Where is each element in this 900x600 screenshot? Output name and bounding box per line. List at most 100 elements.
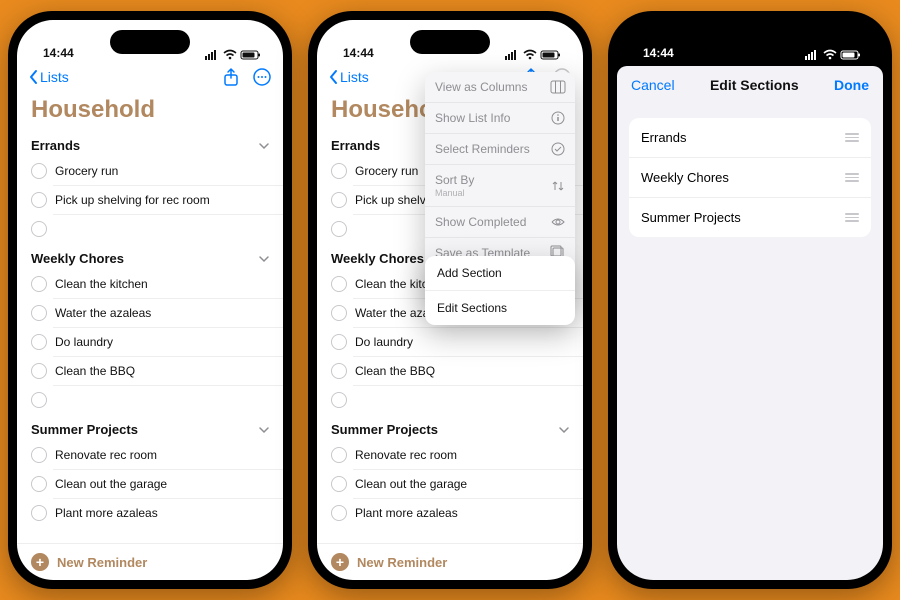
reminder-row[interactable]: Renovate rec room bbox=[17, 441, 283, 469]
reminder-text: Plant more azaleas bbox=[355, 506, 458, 520]
drag-handle-icon[interactable] bbox=[845, 213, 859, 222]
reminder-row[interactable]: Grocery run bbox=[17, 157, 283, 185]
radio-icon[interactable] bbox=[331, 505, 347, 521]
reminder-text: Clean the BBQ bbox=[55, 364, 135, 378]
reminder-row[interactable]: Clean out the garage bbox=[317, 470, 583, 498]
wifi-icon bbox=[823, 50, 837, 60]
columns-icon bbox=[551, 81, 565, 93]
radio-icon[interactable] bbox=[331, 163, 347, 179]
battery-icon bbox=[541, 50, 561, 60]
drag-handle-icon[interactable] bbox=[845, 133, 859, 142]
screen-2: 14:44 Lists Household Errand bbox=[317, 20, 583, 580]
radio-icon[interactable] bbox=[331, 305, 347, 321]
reminder-text: Clean the BBQ bbox=[355, 364, 435, 378]
submenu-edit-sections[interactable]: Edit Sections bbox=[425, 291, 575, 325]
phone-1: 14:44 Lists Household bbox=[8, 11, 292, 589]
menu-sort-by[interactable]: Sort ByManual bbox=[425, 165, 575, 207]
reminder-row[interactable]: Renovate rec room bbox=[317, 441, 583, 469]
radio-icon[interactable] bbox=[331, 334, 347, 350]
new-reminder-button[interactable]: + New Reminder bbox=[317, 543, 583, 580]
radio-icon[interactable] bbox=[31, 192, 47, 208]
radio-icon[interactable] bbox=[331, 392, 347, 408]
radio-icon[interactable] bbox=[31, 334, 47, 350]
reminder-text: Clean out the garage bbox=[355, 477, 467, 491]
done-button[interactable]: Done bbox=[834, 77, 869, 93]
radio-icon[interactable] bbox=[331, 363, 347, 379]
section-header[interactable]: Summer Projects bbox=[317, 414, 583, 441]
eye-icon bbox=[551, 217, 565, 227]
radio-icon[interactable] bbox=[31, 363, 47, 379]
radio-icon[interactable] bbox=[331, 447, 347, 463]
screen-1: 14:44 Lists Household bbox=[17, 20, 283, 580]
reminder-row[interactable]: Clean the kitchen bbox=[17, 270, 283, 298]
more-icon[interactable] bbox=[253, 68, 271, 86]
reminder-row[interactable]: Pick up shelving for rec room bbox=[17, 186, 283, 214]
dynamic-island bbox=[410, 30, 490, 54]
list-content[interactable]: Errands Grocery run Pick up shelving for… bbox=[17, 130, 283, 543]
reminder-row[interactable]: Clean out the garage bbox=[17, 470, 283, 498]
section-header[interactable]: Summer Projects bbox=[17, 414, 283, 441]
radio-icon[interactable] bbox=[31, 163, 47, 179]
back-button[interactable]: Lists bbox=[29, 69, 69, 85]
edit-section-row[interactable]: Errands bbox=[629, 118, 871, 158]
radio-icon[interactable] bbox=[331, 192, 347, 208]
menu-show-completed[interactable]: Show Completed bbox=[425, 207, 575, 238]
section-label: Weekly Chores bbox=[641, 170, 729, 185]
radio-icon[interactable] bbox=[331, 221, 347, 237]
edit-section-row[interactable]: Weekly Chores bbox=[629, 158, 871, 198]
submenu: Add Section Edit Sections bbox=[425, 256, 575, 325]
status-icons bbox=[805, 50, 861, 60]
drag-handle-icon[interactable] bbox=[845, 173, 859, 182]
section-header[interactable]: Errands bbox=[17, 130, 283, 157]
cancel-button[interactable]: Cancel bbox=[631, 77, 675, 93]
radio-icon[interactable] bbox=[31, 505, 47, 521]
reminder-row-empty[interactable] bbox=[317, 386, 583, 414]
wifi-icon bbox=[523, 50, 537, 60]
submenu-add-section[interactable]: Add Section bbox=[425, 256, 575, 291]
new-reminder-button[interactable]: + New Reminder bbox=[17, 543, 283, 580]
radio-icon[interactable] bbox=[31, 305, 47, 321]
section-header[interactable]: Weekly Chores bbox=[17, 243, 283, 270]
reminder-row[interactable]: Clean the BBQ bbox=[17, 357, 283, 385]
share-icon[interactable] bbox=[223, 68, 239, 86]
reminder-row[interactable]: Do laundry bbox=[317, 328, 583, 356]
reminder-text: Grocery run bbox=[355, 164, 418, 178]
status-time: 14:44 bbox=[43, 46, 74, 60]
sections-card: Errands Weekly Chores Summer Projects bbox=[629, 118, 871, 237]
reminder-row-empty[interactable] bbox=[17, 386, 283, 414]
reminder-row[interactable]: Clean the BBQ bbox=[317, 357, 583, 385]
reminder-row-empty[interactable] bbox=[17, 215, 283, 243]
menu-select-reminders[interactable]: Select Reminders bbox=[425, 134, 575, 165]
section-name: Summer Projects bbox=[31, 422, 138, 437]
wifi-icon bbox=[223, 50, 237, 60]
status-icons bbox=[505, 50, 561, 60]
chevron-left-icon bbox=[329, 69, 339, 85]
phone-2: 14:44 Lists Household Errand bbox=[308, 11, 592, 589]
radio-icon[interactable] bbox=[31, 221, 47, 237]
reminder-text: Pick up shelving for rec room bbox=[55, 193, 210, 207]
radio-icon[interactable] bbox=[31, 276, 47, 292]
new-reminder-label: New Reminder bbox=[57, 555, 147, 570]
battery-icon bbox=[241, 50, 261, 60]
reminder-row[interactable]: Plant more azaleas bbox=[17, 499, 283, 527]
menu-show-list-info[interactable]: Show List Info bbox=[425, 103, 575, 134]
radio-icon[interactable] bbox=[31, 447, 47, 463]
signal-icon bbox=[205, 50, 219, 60]
radio-icon[interactable] bbox=[331, 476, 347, 492]
radio-icon[interactable] bbox=[31, 392, 47, 408]
section-name: Errands bbox=[31, 138, 80, 153]
radio-icon[interactable] bbox=[331, 276, 347, 292]
reminder-text: Water the azaleas bbox=[55, 306, 151, 320]
reminder-row[interactable]: Water the azaleas bbox=[17, 299, 283, 327]
reminder-row[interactable]: Do laundry bbox=[17, 328, 283, 356]
reminder-row[interactable]: Plant more azaleas bbox=[317, 499, 583, 527]
radio-icon[interactable] bbox=[31, 476, 47, 492]
back-button[interactable]: Lists bbox=[329, 69, 369, 85]
signal-icon bbox=[505, 50, 519, 60]
edit-section-row[interactable]: Summer Projects bbox=[629, 198, 871, 237]
menu-view-as-columns[interactable]: View as Columns bbox=[425, 72, 575, 103]
info-icon bbox=[551, 111, 565, 125]
checkmark-circle-icon bbox=[551, 142, 565, 156]
signal-icon bbox=[805, 50, 819, 60]
new-reminder-label: New Reminder bbox=[357, 555, 447, 570]
